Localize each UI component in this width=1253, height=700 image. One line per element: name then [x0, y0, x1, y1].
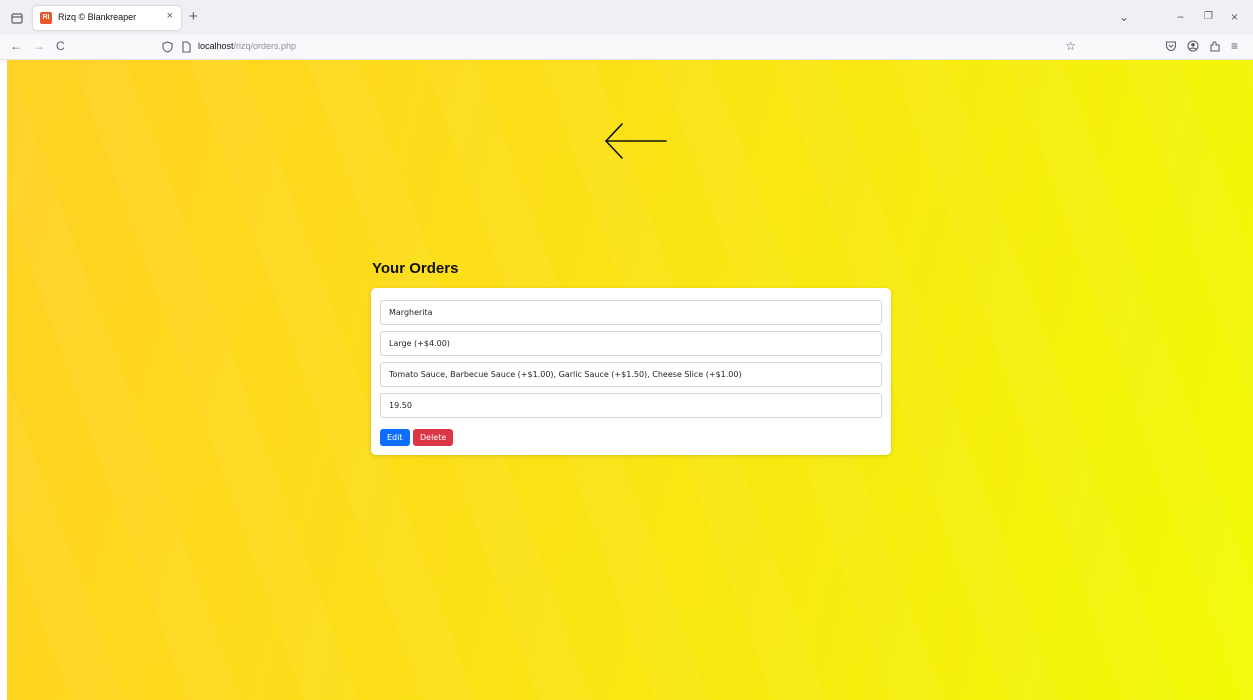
page-info-icon[interactable] — [182, 40, 191, 58]
new-tab-icon[interactable]: + — [189, 8, 198, 26]
tab-close-icon[interactable]: × — [167, 10, 173, 22]
browser-tab-bar: RI Rizq © Blankreaper × + ⌄ − ❐ × — [0, 0, 1253, 35]
reload-icon[interactable]: C — [56, 38, 65, 54]
forward-nav-icon[interactable]: → — [33, 38, 45, 54]
window-close-icon[interactable]: × — [1231, 9, 1238, 25]
bookmark-star-icon[interactable]: ☆ — [1065, 39, 1076, 53]
restore-icon[interactable]: ❐ — [1204, 9, 1213, 25]
order-size-field: Large (+$4.00) — [380, 331, 882, 356]
minimize-icon[interactable]: − — [1177, 9, 1184, 25]
tracking-shield-icon[interactable] — [162, 40, 173, 58]
delete-order-button[interactable]: Delete — [413, 429, 454, 446]
tab-overview-icon[interactable] — [8, 9, 26, 27]
url-host: localhost — [198, 41, 234, 51]
browser-nav-bar: ← → C localhost/rizq/orders.php ☆ ≡ — [0, 35, 1253, 60]
url-path: /rizq/orders.php — [233, 41, 297, 51]
edit-order-button[interactable]: Edit — [380, 429, 410, 446]
order-total-field: 19.50 — [380, 393, 882, 418]
site-favicon-icon: RI — [40, 12, 52, 24]
order-pizza-field: Margherita — [380, 300, 882, 325]
back-nav-icon[interactable]: ← — [10, 38, 22, 54]
order-card: Margherita Large (+$4.00) Tomato Sauce, … — [371, 288, 891, 455]
back-arrow-icon[interactable] — [603, 122, 669, 160]
extensions-icon[interactable] — [1209, 39, 1221, 57]
browser-tab[interactable]: RI Rizq © Blankreaper × — [33, 6, 181, 30]
pocket-icon[interactable] — [1165, 39, 1177, 57]
page-title: Your Orders — [372, 260, 459, 277]
tab-title: Rizq © Blankreaper — [58, 12, 137, 22]
page-viewport: Your Orders Margherita Large (+$4.00) To… — [7, 60, 1253, 700]
url-text[interactable]: localhost/rizq/orders.php — [198, 41, 296, 51]
list-all-tabs-icon[interactable]: ⌄ — [1119, 9, 1129, 25]
menu-icon[interactable]: ≡ — [1231, 38, 1238, 54]
order-toppings-field: Tomato Sauce, Barbecue Sauce (+$1.00), G… — [380, 362, 882, 387]
account-icon[interactable] — [1187, 39, 1199, 57]
url-bar[interactable]: localhost/rizq/orders.php ☆ — [152, 37, 1082, 57]
